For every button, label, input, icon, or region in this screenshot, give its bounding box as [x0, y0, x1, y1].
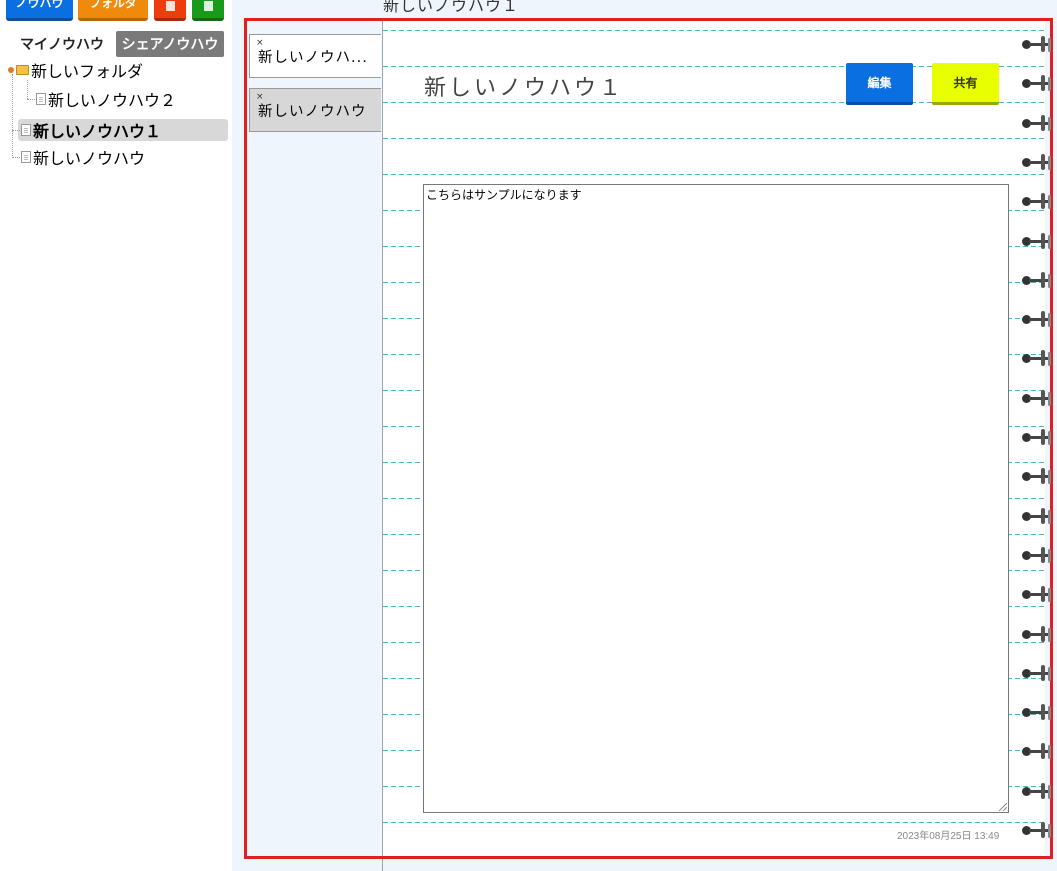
- document-icon: [21, 151, 31, 163]
- tree-item-label: 新しいノウハウ: [33, 149, 146, 168]
- tree-item-label: 新しいノウハウ２: [48, 91, 177, 110]
- spiral-ring-icon: [1022, 390, 1056, 406]
- spiral-ring-icon: [1022, 547, 1056, 563]
- tree-item-document[interactable]: 新しいノウハウ: [21, 146, 145, 168]
- spiral-ring-icon: [1022, 311, 1056, 327]
- page-icon: [203, 1, 213, 11]
- tree-item-document-selected[interactable]: 新しいノウハウ１: [21, 119, 161, 141]
- spiral-ring-icon: [1022, 75, 1056, 91]
- spiral-ring-icon: [1022, 508, 1056, 524]
- spiral-ring-icon: [1022, 115, 1056, 131]
- tab-share-knowhow[interactable]: シェアノウハウ: [116, 31, 224, 57]
- spiral-ring-icon: [1022, 193, 1056, 209]
- spiral-ring-icon: [1022, 822, 1056, 838]
- tree-item-folder[interactable]: 新しいフォルダ: [8, 59, 143, 81]
- spiral-binding: [1020, 0, 1057, 871]
- spiral-ring-icon: [1022, 665, 1056, 681]
- folder-icon: [16, 65, 29, 75]
- spiral-ring-icon: [1022, 36, 1056, 52]
- spiral-ring-icon: [1022, 233, 1056, 249]
- spiral-ring-icon: [1022, 468, 1056, 484]
- tree-item-label: 新しいフォルダ: [31, 62, 144, 81]
- page-icon: [165, 1, 175, 11]
- tree-connector: [27, 80, 28, 99]
- spiral-ring-icon: [1022, 783, 1056, 799]
- tree-toggle-icon[interactable]: [8, 67, 14, 73]
- spiral-ring-icon: [1022, 429, 1056, 445]
- folder-button[interactable]: フォルダ: [78, 0, 148, 21]
- knowhow-button[interactable]: ノウハウ: [6, 0, 73, 21]
- tree-connector: [27, 99, 35, 100]
- tree-item-document[interactable]: 新しいノウハウ２: [36, 88, 176, 110]
- page-title: 新しいノウハウ１: [383, 0, 520, 15]
- document-icon: [36, 93, 46, 105]
- green-action-button[interactable]: [192, 0, 224, 21]
- notebook-frame: [244, 18, 1053, 859]
- red-action-button[interactable]: [154, 0, 186, 21]
- spiral-ring-icon: [1022, 586, 1056, 602]
- tab-my-knowhow[interactable]: マイノウハウ: [8, 31, 116, 57]
- spiral-ring-icon: [1022, 704, 1056, 720]
- spiral-ring-icon: [1022, 154, 1056, 170]
- tree-connector: [12, 130, 20, 131]
- spiral-ring-icon: [1022, 350, 1056, 366]
- tree-connector: [12, 157, 20, 158]
- spiral-ring-icon: [1022, 272, 1056, 288]
- sidebar: ノウハウ フォルダ マイノウハウ シェアノウハウ 新しいフォルダ 新しいノウハウ…: [0, 0, 232, 871]
- tree-connector: [12, 74, 13, 158]
- sidebar-tabs: マイノウハウ シェアノウハウ: [8, 31, 224, 57]
- tree-item-label: 新しいノウハウ１: [33, 122, 162, 141]
- spiral-ring-icon: [1022, 626, 1056, 642]
- spiral-ring-icon: [1022, 743, 1056, 759]
- document-icon: [21, 124, 31, 136]
